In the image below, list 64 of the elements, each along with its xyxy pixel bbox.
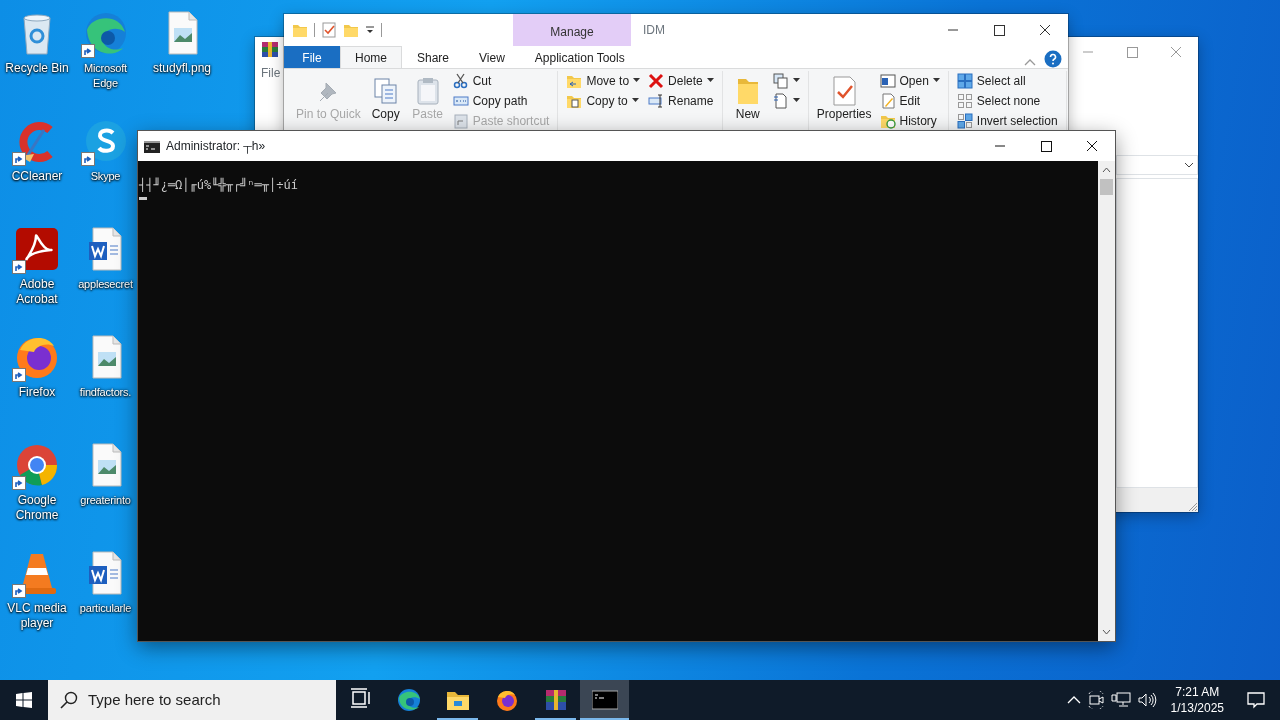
file-menu-button[interactable]: File (284, 46, 340, 68)
edit-icon (879, 92, 896, 109)
invert-selection-icon (956, 112, 973, 129)
window-title: Administrator: ┬h» (166, 138, 267, 155)
ribbon-button[interactable]: Cut (450, 71, 552, 90)
scroll-up-icon[interactable] (1102, 167, 1111, 173)
chevron-down-icon (1184, 161, 1194, 169)
dropdown-field[interactable] (1116, 155, 1198, 175)
folder-icon (292, 22, 308, 38)
help-icon[interactable] (1044, 50, 1062, 68)
customize-caret-icon[interactable] (365, 25, 375, 35)
ribbon-button[interactable]: Select none (954, 91, 1060, 110)
stacked-books-icon (543, 688, 568, 712)
ribbon-button[interactable]: New (728, 71, 767, 127)
select-none-icon (956, 92, 973, 109)
ribbon-button[interactable]: History (877, 111, 942, 130)
search-field[interactable]: Type here to search (48, 680, 336, 720)
menu-item[interactable]: File (261, 64, 281, 82)
ribbon-button[interactable]: Copy (366, 71, 405, 127)
scrollbar[interactable] (1098, 161, 1115, 641)
ribbon-button[interactable]: Invert selection (954, 111, 1060, 130)
browser-icon (396, 688, 421, 712)
resize-grip-icon[interactable] (1188, 502, 1198, 512)
windows-logo-icon (16, 692, 32, 708)
ribbon-button[interactable]: Rename (646, 91, 716, 110)
stacked-books-icon (261, 40, 279, 58)
search-icon (60, 691, 78, 709)
delete-icon (648, 72, 665, 89)
speech-bubble-icon (1247, 691, 1265, 709)
open-icon (879, 72, 896, 89)
ribbon-button[interactable]: Move to (564, 71, 643, 90)
rename-icon (648, 92, 665, 109)
camera-icon[interactable] (1086, 691, 1105, 709)
ribbon-tab[interactable]: Share (402, 46, 465, 68)
browser-icon (494, 688, 519, 712)
ribbon-button[interactable] (770, 71, 802, 90)
taskbar-app-button[interactable] (580, 680, 629, 720)
properties-icon[interactable] (321, 22, 337, 38)
scroll-down-icon[interactable] (1102, 629, 1111, 635)
console-icon (144, 140, 160, 153)
ribbon-button[interactable]: Copy to (564, 91, 643, 110)
select-all-icon (956, 72, 973, 89)
ribbon-button[interactable]: Delete (646, 71, 716, 90)
console-icon (591, 688, 618, 712)
ribbon-tab[interactable]: View (464, 46, 520, 68)
ribbon-button[interactable]: Copy path (450, 91, 552, 110)
ribbon-tab[interactable]: Home (340, 46, 402, 68)
page-icon (772, 92, 789, 109)
ribbon-tab[interactable]: Application Tools (519, 46, 640, 68)
volume-icon[interactable] (1136, 691, 1157, 709)
window-title: IDM (643, 22, 665, 39)
context-tab-header: Manage (513, 14, 631, 46)
ribbon-button[interactable]: Select all (954, 71, 1060, 90)
console-text: ┤┤╜¿═Ω│╓ú%╙╬╥┌╝ⁿ═╥│÷úí (139, 176, 299, 194)
scroll-thumb[interactable] (1100, 179, 1113, 195)
clock-date[interactable]: 1/13/2025 (1170, 700, 1224, 716)
ribbon-button[interactable]: Edit (877, 91, 942, 110)
network-icon[interactable] (1110, 691, 1131, 709)
ribbon-button[interactable]: Open (877, 71, 942, 90)
ribbon-button[interactable]: Properties (814, 71, 874, 127)
scissors-icon (452, 72, 469, 89)
chevron-up-icon[interactable] (1066, 695, 1081, 705)
clock-time[interactable]: 7:21 AM (1170, 684, 1224, 700)
new-item-icon (772, 72, 789, 89)
